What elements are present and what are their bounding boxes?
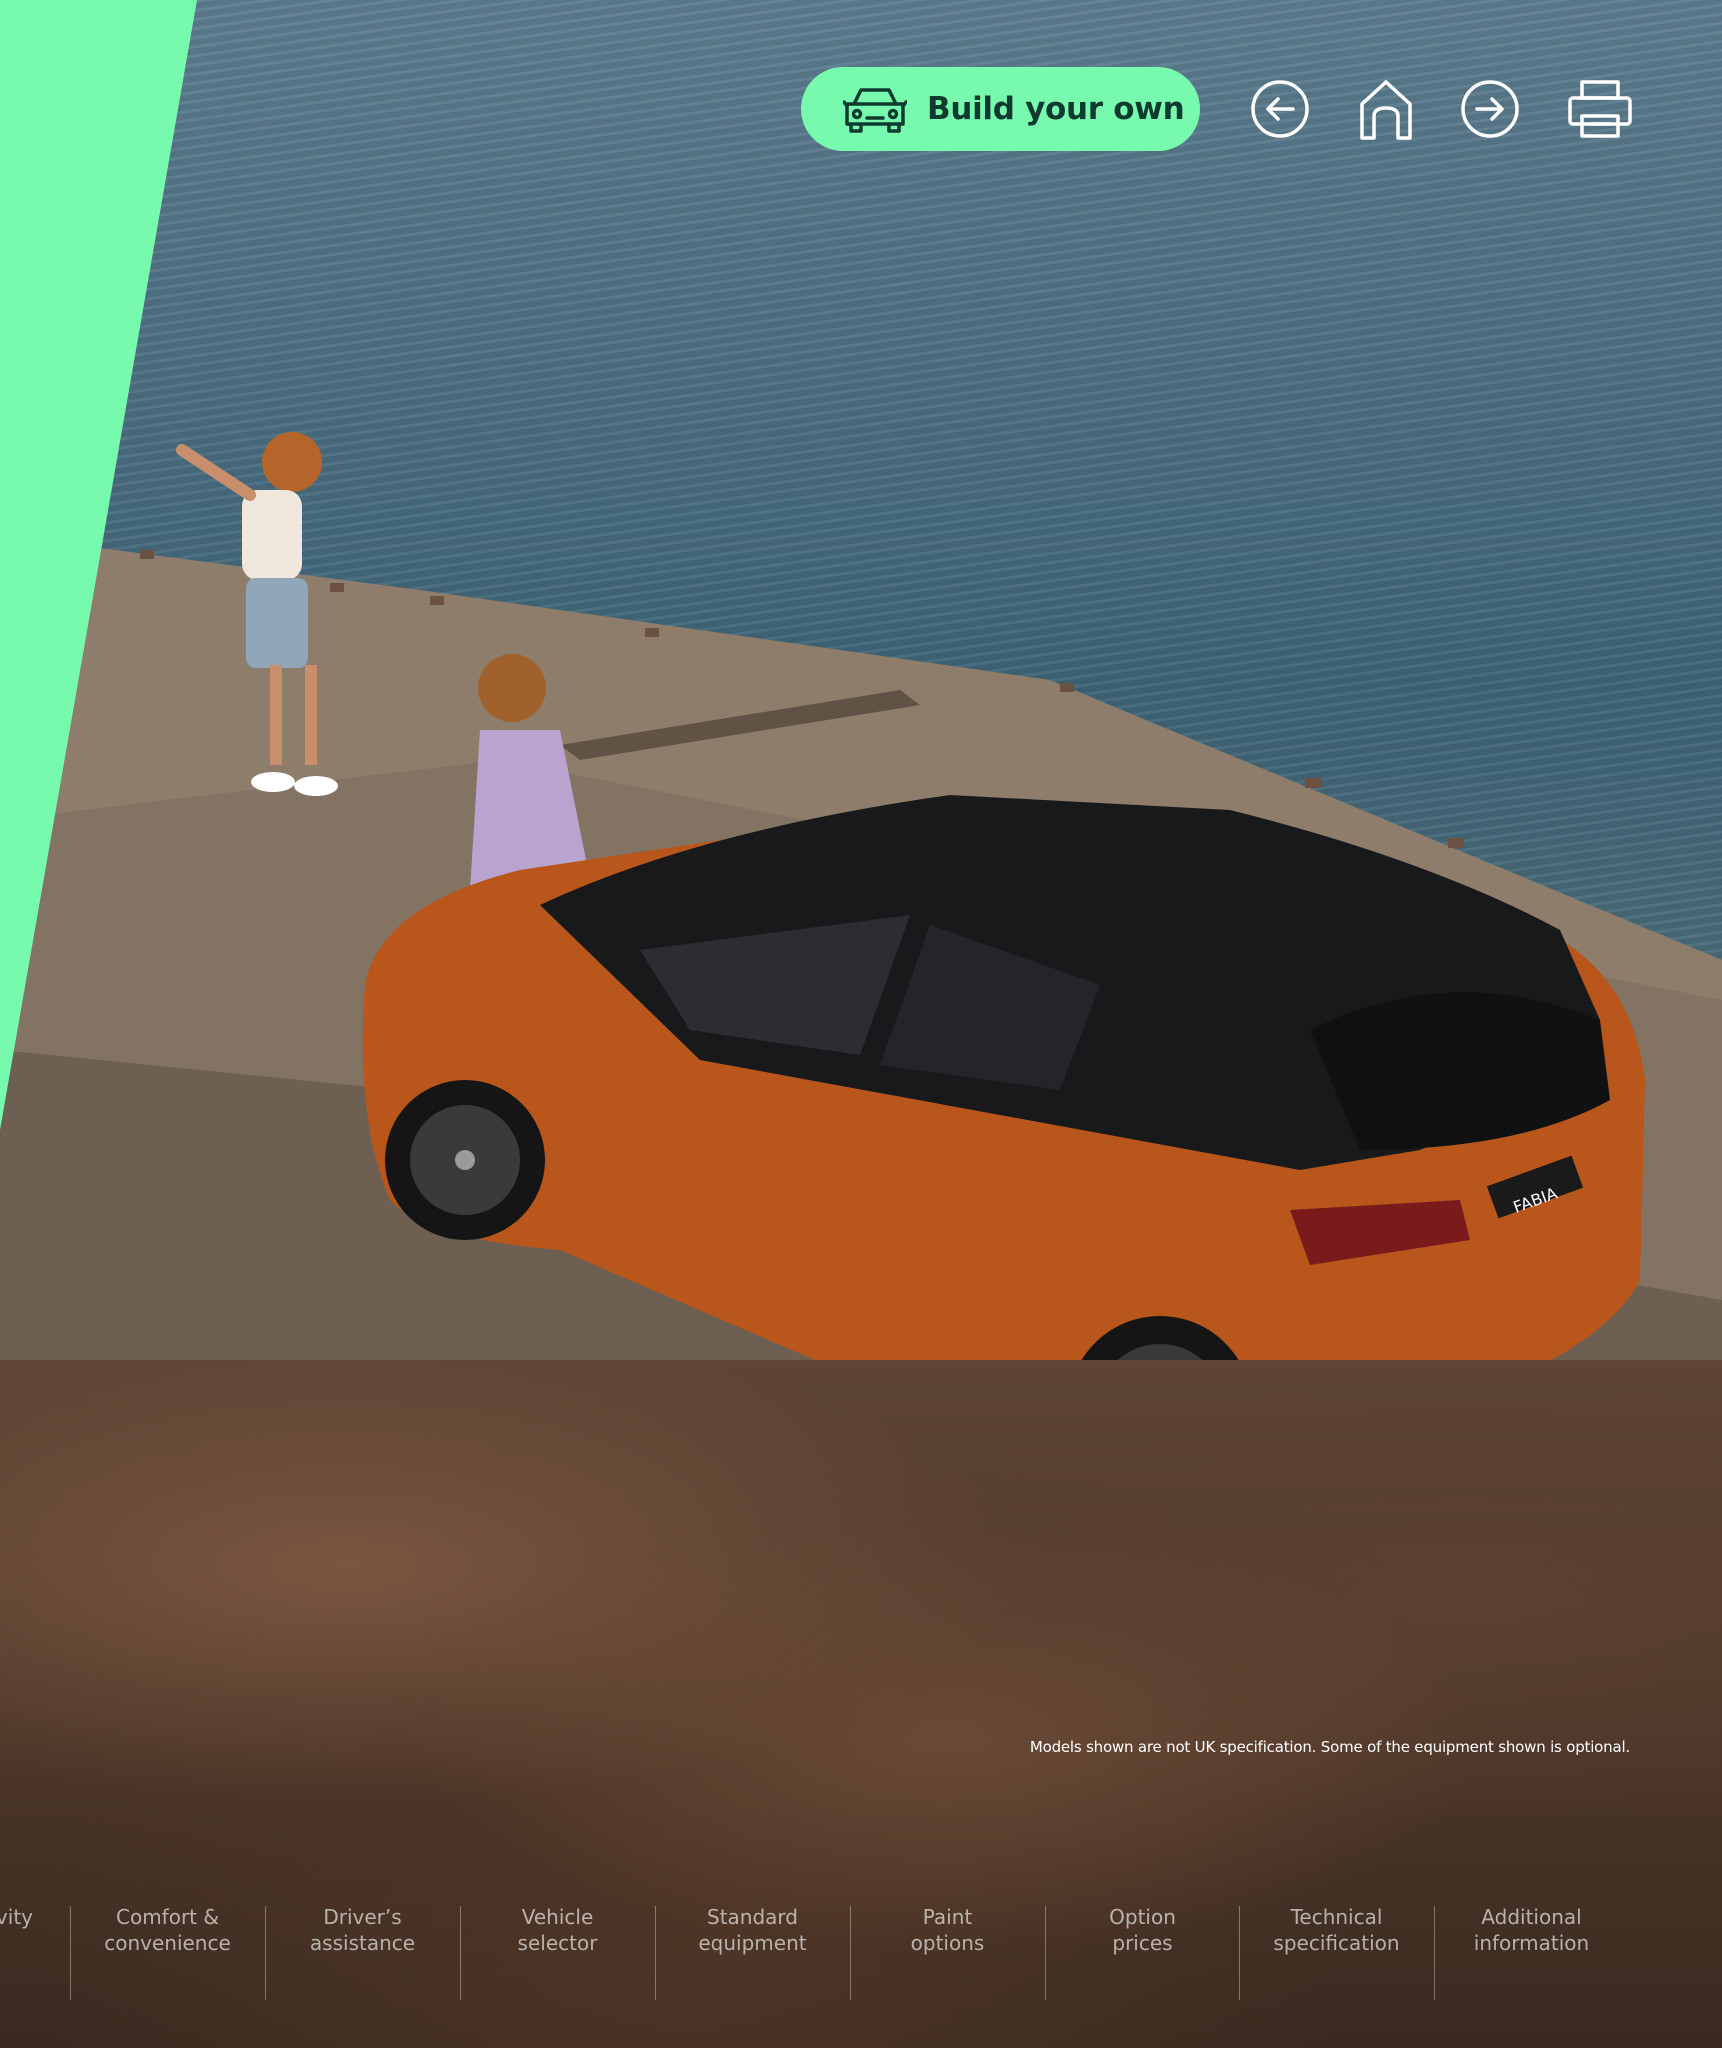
nav-item-label: Driver’s (323, 1905, 402, 1929)
nav-item-label: Technical (1290, 1905, 1383, 1929)
nav-item-label: Option (1109, 1905, 1176, 1929)
nav-item-option-prices[interactable]: Option prices (1045, 1904, 1240, 1956)
nav-item-comfort-convenience[interactable]: Comfort & convenience (70, 1904, 265, 1956)
nav-item-connectivity[interactable]: vity (0, 1904, 67, 1930)
nav-item-label: equipment (698, 1931, 807, 1955)
nav-item-label: vity (0, 1905, 33, 1929)
nav-item-drivers-assistance[interactable]: Driver’s assistance (265, 1904, 460, 1956)
nav-item-label: specification (1273, 1931, 1400, 1955)
car-icon (843, 88, 907, 133)
disclaimer-text: Models shown are not UK specification. S… (1029, 1738, 1630, 1756)
back-arrow-icon[interactable] (1249, 78, 1311, 140)
nav-item-standard-equipment[interactable]: Standard equipment (655, 1904, 850, 1956)
nav-item-label: Paint (922, 1905, 973, 1929)
nav-item-label: options (910, 1931, 985, 1955)
nav-item-technical-specification[interactable]: Technical specification (1239, 1904, 1434, 1956)
build-your-own-label: Build your own (927, 91, 1185, 127)
nav-item-label: Additional (1481, 1905, 1582, 1929)
nav-item-label: Vehicle (521, 1905, 594, 1929)
nav-item-label: prices (1112, 1931, 1173, 1955)
print-icon[interactable] (1566, 78, 1634, 140)
nav-item-vehicle-selector[interactable]: Vehicle selector (460, 1904, 655, 1956)
nav-item-label: selector (517, 1931, 598, 1955)
home-icon[interactable] (1355, 78, 1417, 140)
nav-item-label: Comfort & (116, 1905, 219, 1929)
nav-item-label: convenience (104, 1931, 231, 1955)
nav-item-label: assistance (309, 1931, 416, 1955)
nav-item-additional-information[interactable]: Additional information (1434, 1904, 1629, 1956)
nav-item-label: Standard (707, 1905, 798, 1929)
nav-item-paint-options[interactable]: Paint options (850, 1904, 1045, 1956)
build-your-own-button[interactable]: Build your own (801, 67, 1200, 151)
nav-item-label: information (1473, 1931, 1590, 1955)
forward-arrow-icon[interactable] (1459, 78, 1521, 140)
bottom-nav: vity Comfort & convenience Driver’s assi… (0, 1898, 1722, 2008)
